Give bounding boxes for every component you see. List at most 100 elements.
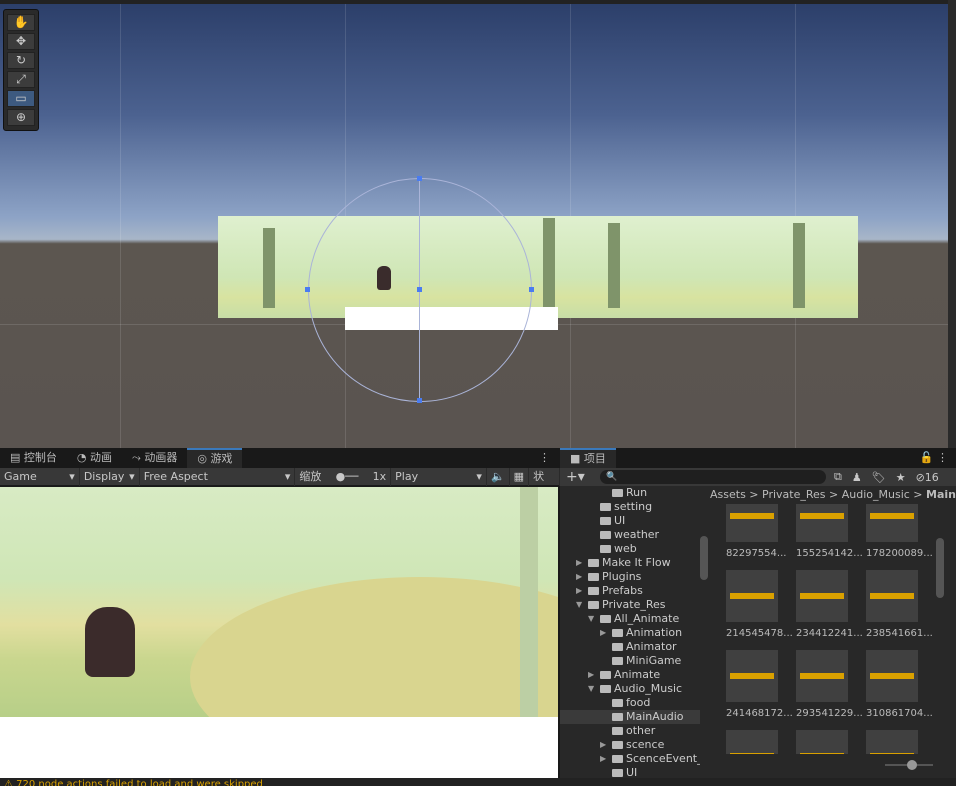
tab-label: 游戏	[210, 452, 233, 465]
folder-item[interactable]: ▶ Animation	[560, 626, 700, 640]
audio-asset[interactable]: 238541661...	[866, 570, 933, 639]
favorite-icon[interactable]: ★	[896, 471, 906, 484]
folder-icon	[612, 489, 623, 497]
expand-arrow-icon[interactable]: ▼	[588, 612, 594, 626]
breadcrumb-item[interactable]: Assets	[710, 488, 746, 501]
audio-asset[interactable]: 178200089...	[866, 504, 933, 559]
folder-item[interactable]: food	[560, 696, 700, 710]
folder-item[interactable]: weather	[560, 528, 700, 542]
transform-icon[interactable]: ⊕	[7, 109, 35, 126]
rect-icon[interactable]: ▭	[7, 90, 35, 107]
audio-asset[interactable]: 82297554...	[726, 504, 786, 559]
add-button[interactable]: +▾	[566, 469, 585, 485]
game-view[interactable]	[0, 487, 558, 717]
breadcrumb-item[interactable]: Main	[926, 488, 956, 501]
expand-arrow-icon[interactable]: ▶	[576, 570, 582, 584]
folder-item[interactable]: ▼ All_Animate	[560, 612, 700, 626]
folder-label: All_Animate	[614, 612, 680, 625]
display-dropdown[interactable]: Display 1▾	[80, 467, 140, 501]
folder-item[interactable]: MiniGame	[560, 654, 700, 668]
scale-slider[interactable]: 缩放 ●── 1x	[295, 467, 392, 486]
rotate-icon[interactable]: ↻	[7, 52, 35, 69]
tree-scrollbar[interactable]	[700, 536, 708, 580]
hidden-packages-icon[interactable]: ⊘16	[916, 471, 939, 484]
audio-asset[interactable]: 155254142...	[796, 504, 863, 559]
folder-item[interactable]: MainAudio	[560, 710, 700, 724]
audio-asset[interactable]: 241468172...	[726, 650, 793, 719]
filter-type-icon[interactable]: ♟	[852, 471, 862, 484]
audio-asset[interactable]: 234412241...	[796, 570, 863, 639]
search-by-type-icon[interactable]: ⧉	[834, 470, 842, 484]
scene-view[interactable]: ✋ ✥ ↻ ⤢ ▭ ⊕	[0, 0, 948, 448]
tab-console[interactable]: ▤ 控制台	[0, 448, 67, 468]
asset-name: 214545478...	[726, 628, 793, 639]
folder-item[interactable]: ▶ Prefabs	[560, 584, 700, 598]
expand-arrow-icon[interactable]: ▶	[576, 556, 582, 570]
game-toolbar: Game▾ Display 1▾ Free Aspect▾ 缩放●──1x Pl…	[0, 467, 561, 501]
expand-arrow-icon[interactable]: ▶	[600, 738, 606, 752]
tab-project[interactable]: ■ 项目	[560, 448, 616, 468]
asset-grid: 82297554... 155254142... 178200089... 21454…	[720, 504, 940, 754]
mode-dropdown[interactable]: Game ▾	[0, 467, 80, 486]
audio-asset[interactable]	[796, 730, 848, 754]
audio-mute-icon[interactable]: 🔈	[487, 467, 510, 486]
folder-label: MainAudio	[626, 710, 684, 723]
audio-asset[interactable]	[726, 730, 778, 754]
folder-item[interactable]: Run	[560, 486, 700, 500]
expand-arrow-icon[interactable]: ▶	[600, 752, 606, 766]
audio-asset[interactable]: 293541229...	[796, 650, 863, 719]
expand-arrow-icon[interactable]: ▼	[588, 682, 594, 696]
tab-animator[interactable]: ⤳ 动画器	[122, 448, 187, 468]
folder-item[interactable]: web	[560, 542, 700, 556]
folder-item[interactable]: ▼ Audio_Music	[560, 682, 700, 696]
status-bar[interactable]: ⚠ 720 node actions failed to load and we…	[0, 778, 956, 786]
waveform-icon	[796, 650, 848, 702]
audio-asset[interactable]: 214545478...	[726, 570, 793, 639]
hidden-count: 16	[924, 470, 939, 484]
move-icon[interactable]: ✥	[7, 33, 35, 50]
more-menu-icon[interactable]: ⋮	[539, 448, 560, 468]
folder-item[interactable]: ▼ Private_Res	[560, 598, 700, 612]
audio-asset[interactable]: 310861704...	[866, 650, 933, 719]
expand-arrow-icon[interactable]: ▶	[576, 584, 582, 598]
folder-item[interactable]: ▶ Plugins	[560, 570, 700, 584]
lock-icon[interactable]: 🔓 ⋮	[920, 448, 956, 468]
aspect-dropdown[interactable]: Free Aspect ▾	[140, 467, 296, 486]
label-icon[interactable]: 🏷	[872, 471, 886, 484]
hand-icon[interactable]: ✋	[7, 14, 35, 31]
expand-arrow-icon[interactable]: ▶	[588, 668, 594, 682]
stats-button[interactable]: 状态	[529, 467, 561, 501]
breadcrumb-item[interactable]: Private_Res	[762, 488, 826, 501]
folder-item[interactable]: setting	[560, 500, 700, 514]
scene-scrollbar[interactable]	[948, 0, 956, 448]
tab-game[interactable]: ◎ 游戏	[187, 448, 243, 468]
folder-item[interactable]: UI	[560, 766, 700, 778]
folder-item[interactable]: UI	[560, 514, 700, 528]
folder-item[interactable]: ▶ ScenceEvent_	[560, 752, 700, 766]
asset-name: 178200089...	[866, 548, 933, 559]
folder-label: food	[626, 696, 651, 709]
waveform-icon	[726, 504, 778, 542]
play-mode-dropdown[interactable]: Play Unfocused▾	[391, 467, 487, 501]
folder-item[interactable]: ▶ Animate	[560, 668, 700, 682]
character-sprite[interactable]	[377, 266, 391, 290]
tab-animation[interactable]: ◔ 动画	[67, 448, 122, 468]
audio-asset[interactable]	[866, 730, 918, 754]
folder-item[interactable]: Animator	[560, 640, 700, 654]
character-sprite	[85, 607, 135, 677]
scale-icon[interactable]: ⤢	[7, 71, 35, 88]
gizmos-grid-icon[interactable]: ▦	[510, 467, 530, 486]
search-input[interactable]: 🔍	[600, 470, 826, 484]
folder-icon	[600, 531, 611, 539]
icon-size-slider[interactable]	[885, 760, 933, 770]
expand-arrow-icon[interactable]: ▶	[600, 626, 606, 640]
folder-label: weather	[614, 528, 660, 541]
folder-label: Make It Flow	[602, 556, 671, 569]
expand-arrow-icon[interactable]: ▼	[576, 598, 582, 612]
folder-item[interactable]: ▶ Make It Flow	[560, 556, 700, 570]
folder-item[interactable]: other	[560, 724, 700, 738]
ui-panel	[0, 717, 558, 778]
asset-scrollbar[interactable]	[936, 538, 944, 598]
breadcrumb-item[interactable]: Audio_Music	[842, 488, 910, 501]
folder-item[interactable]: ▶ scence	[560, 738, 700, 752]
